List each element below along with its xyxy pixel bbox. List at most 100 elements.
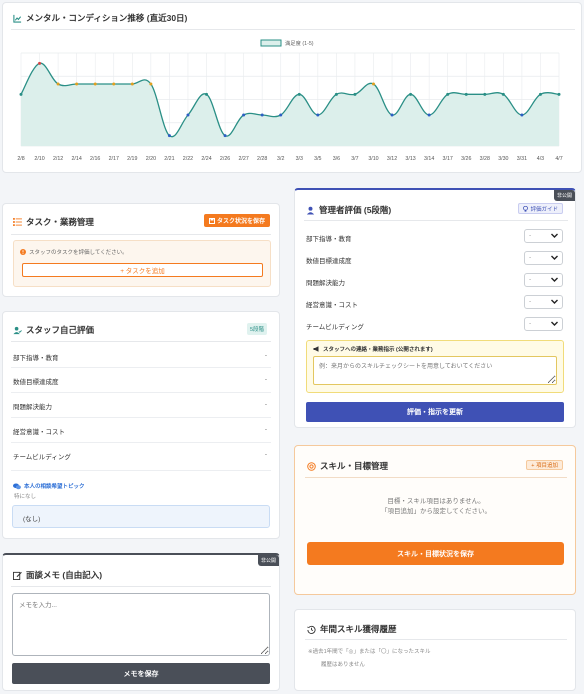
- history-empty: 履歴はありません: [321, 662, 365, 668]
- user-icon: [306, 206, 315, 215]
- notice-textarea[interactable]: [313, 356, 557, 385]
- x-tick-label: 4/7: [555, 156, 562, 162]
- tasks-title-row: タスク・業務管理: [13, 216, 94, 228]
- skills-empty-line2: 「項目追加」から設定してください。: [380, 508, 492, 515]
- x-tick-label: 3/13: [405, 156, 415, 162]
- history-icon: [307, 625, 316, 634]
- data-point: [557, 92, 561, 96]
- x-tick-label: 2/14: [71, 156, 81, 162]
- save-skills-button[interactable]: スキル・目標状況を保存: [307, 542, 564, 565]
- memo-card: 非公開 面談メモ (自由記入) メモを保存: [2, 553, 280, 691]
- tasks-title: タスク・業務管理: [26, 217, 94, 227]
- data-point: [260, 113, 264, 117]
- self-row-label: 数値目標達成度: [13, 379, 59, 386]
- data-point: [149, 82, 153, 86]
- add-skill-item-button[interactable]: + 項目追加: [526, 460, 563, 470]
- self-row-value: -: [264, 426, 267, 433]
- x-tick-label: 3/3: [296, 156, 303, 162]
- memo-textarea[interactable]: [12, 593, 270, 656]
- data-point: [38, 61, 42, 65]
- lightbulb-icon: [523, 205, 529, 212]
- megaphone-icon: [313, 346, 320, 352]
- chevron-down-icon: [550, 231, 559, 240]
- x-tick-label: 2/20: [146, 156, 156, 162]
- data-point: [446, 92, 450, 96]
- manager-score-select[interactable]: -: [524, 317, 563, 331]
- self-row-value: -: [264, 401, 267, 408]
- x-tick-label: 3/2: [277, 156, 284, 162]
- data-point: [223, 134, 227, 138]
- history-note: ※過去1年間で「◎」または「〇」になったスキル: [308, 649, 431, 655]
- data-point: [520, 113, 524, 117]
- tasks-card: タスク・業務管理 タスク状況を保存 スタッフのタスクを評価してください。 + タ…: [2, 203, 280, 297]
- x-tick-label: 2/28: [257, 156, 267, 162]
- save-memo-button[interactable]: メモを保存: [12, 663, 270, 684]
- topic-value: (なし): [23, 516, 41, 523]
- chevron-down-icon: [550, 319, 559, 328]
- add-task-button[interactable]: + タスクを追加: [22, 263, 263, 277]
- self-row-value: -: [264, 451, 267, 458]
- data-point: [167, 134, 171, 138]
- history-title: 年間スキル獲得履歴: [320, 624, 397, 634]
- notice-title: スタッフへの連絡・業務指示 (公開されます): [323, 347, 433, 353]
- chart-line-icon: [13, 14, 22, 23]
- self-eval-card: スタッフ自己評価 5段階 部下指導・教育 - 数値目標達成度 - 問題解決能力 …: [2, 311, 280, 539]
- skills-title-row: スキル・目標管理: [307, 460, 388, 472]
- notice-box: スタッフへの連絡・業務指示 (公開されます): [306, 340, 564, 393]
- self-row-label: 経営意識・コスト: [13, 429, 65, 436]
- data-point: [75, 82, 79, 86]
- data-point: [279, 113, 283, 117]
- data-point: [186, 113, 190, 117]
- manager-eval-card: 非公開 管理者評価 (5段階) 評価ガイド 部下指導・教育 - 数値目標達成度 …: [294, 188, 576, 428]
- data-point: [353, 92, 357, 96]
- save-tasks-button[interactable]: タスク状況を保存: [203, 214, 270, 227]
- data-point: [483, 92, 487, 96]
- chevron-down-icon: [550, 253, 559, 262]
- select-value: -: [529, 276, 532, 283]
- self-eval-title: スタッフ自己評価: [26, 325, 95, 335]
- x-tick-label: 2/16: [90, 156, 100, 162]
- save-memo-label: メモを保存: [123, 670, 159, 678]
- topic-title-row: 本人の相談希望トピック: [13, 482, 85, 490]
- data-point: [390, 113, 394, 117]
- data-point: [409, 92, 413, 96]
- save-tasks-label: タスク状況を保存: [216, 219, 265, 225]
- manager-score-select[interactable]: -: [524, 251, 563, 265]
- x-tick-label: 2/21: [164, 156, 174, 162]
- series-area: [21, 63, 559, 147]
- manager-score-select[interactable]: -: [524, 273, 563, 287]
- trend-card: メンタル・コンディション推移 (直近30日) 2/8 2/10 2/12 2/14 2/…: [2, 2, 582, 173]
- select-value: -: [529, 320, 532, 327]
- data-point: [538, 92, 542, 96]
- user-check-icon: [13, 326, 22, 335]
- data-point: [427, 113, 431, 117]
- manager-score-select[interactable]: -: [524, 295, 563, 309]
- trend-title-row: メンタル・コンディション推移 (直近30日): [13, 12, 187, 24]
- x-tick-label: 2/10: [34, 156, 44, 162]
- tasks-info-row: スタッフのタスクを評価してください。: [20, 248, 128, 256]
- topic-value-box: (なし): [12, 505, 270, 528]
- save-icon: [208, 217, 215, 224]
- x-tick-label: 3/14: [424, 156, 434, 162]
- skills-card: スキル・目標管理 + 項目追加 目標・スキル項目はありません。 「項目追加」から…: [294, 445, 576, 595]
- manager-row-label: 数値目標達成度: [306, 258, 352, 265]
- data-point: [112, 82, 116, 86]
- notice-title-row: スタッフへの連絡・業務指示 (公開されます): [313, 345, 433, 353]
- tasks-info-text: スタッフのタスクを評価してください。: [29, 250, 128, 256]
- x-tick-label: 3/28: [480, 156, 490, 162]
- manager-score-select[interactable]: -: [524, 229, 563, 243]
- self-eval-title-row: スタッフ自己評価: [13, 324, 94, 336]
- self-row-value: -: [264, 352, 267, 359]
- history-title-row: 年間スキル獲得履歴: [307, 623, 397, 635]
- legend-swatch: [260, 39, 282, 47]
- x-tick-label: 3/17: [443, 156, 453, 162]
- x-tick-label: 3/30: [498, 156, 508, 162]
- eval-guide-button[interactable]: 評価ガイド: [518, 203, 563, 214]
- self-eval-badge: 5段階: [246, 323, 267, 335]
- x-tick-label: 2/22: [183, 156, 193, 162]
- update-eval-button[interactable]: 評価・指示を更新: [306, 402, 564, 422]
- info-icon: [20, 249, 26, 255]
- data-point: [297, 92, 301, 96]
- data-point: [371, 82, 375, 86]
- memo-title-row: 面談メモ (自由記入): [13, 569, 102, 581]
